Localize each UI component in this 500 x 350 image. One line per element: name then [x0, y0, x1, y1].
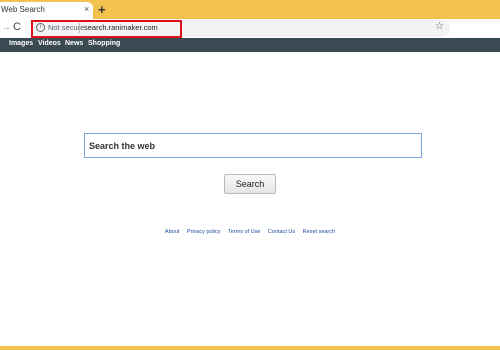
- footer-link-privacy[interactable]: Privacy policy: [187, 229, 221, 235]
- footer-link-contact[interactable]: Contact Us: [268, 229, 295, 235]
- reload-icon[interactable]: C: [13, 21, 21, 33]
- search-nav-bar: Images Videos News Shopping: [0, 38, 500, 52]
- nav-videos[interactable]: Videos: [38, 40, 61, 47]
- browser-tab[interactable]: Web Search ×: [0, 2, 93, 19]
- close-tab-icon[interactable]: ×: [84, 4, 89, 14]
- nav-shopping[interactable]: Shopping: [88, 40, 120, 47]
- search-input[interactable]: [84, 133, 422, 158]
- forward-arrow-icon[interactable]: →: [1, 22, 11, 33]
- search-button[interactable]: Search: [224, 174, 276, 194]
- nav-news[interactable]: News: [65, 40, 83, 47]
- footer-link-reset[interactable]: Reset search: [303, 229, 335, 235]
- tab-title: Web Search: [1, 5, 45, 14]
- url-highlight-box: [31, 20, 182, 38]
- new-tab-button[interactable]: +: [98, 3, 106, 16]
- bottom-border: [0, 346, 500, 350]
- footer-links: About Privacy policy Terms of Use Contac…: [0, 229, 500, 235]
- bookmark-star-icon[interactable]: ☆: [435, 21, 444, 32]
- footer-link-terms[interactable]: Terms of Use: [228, 229, 260, 235]
- nav-images[interactable]: Images: [9, 40, 33, 47]
- footer-link-about[interactable]: About: [165, 229, 179, 235]
- tab-strip: Web Search × +: [0, 0, 500, 19]
